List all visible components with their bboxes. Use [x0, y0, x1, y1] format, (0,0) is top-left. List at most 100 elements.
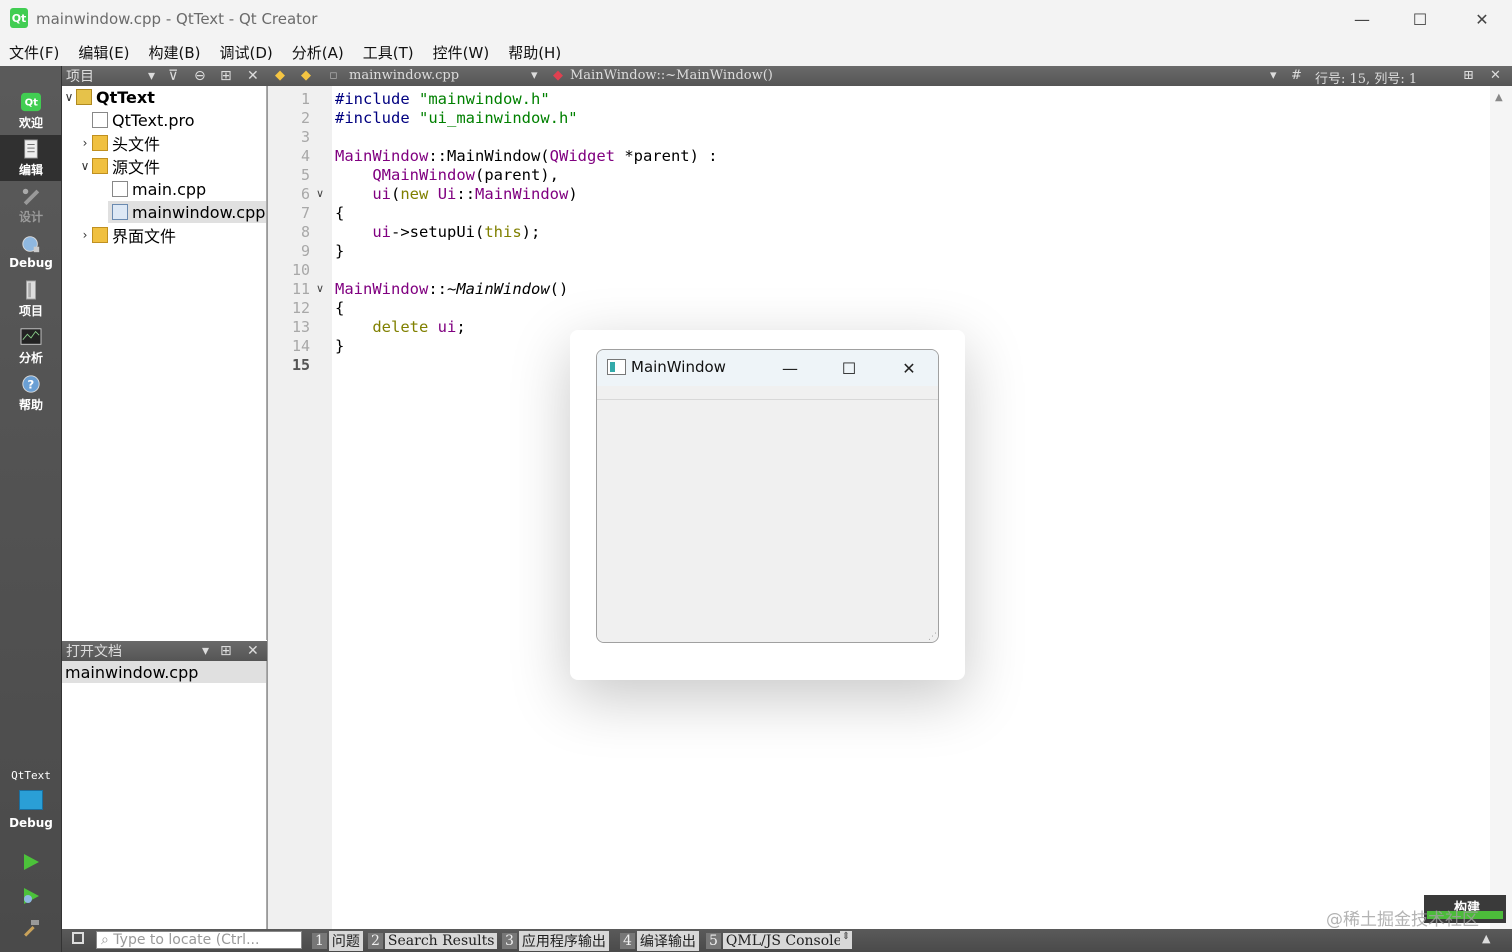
editor-scrollbar[interactable]: ▲: [1490, 86, 1512, 929]
mainwindow-minimize-button[interactable]: —: [770, 354, 810, 382]
code-line: ui->setupUi(this);: [372, 223, 541, 241]
run-icon[interactable]: [21, 852, 41, 872]
output-tab-issues[interactable]: 1 问题: [312, 930, 363, 951]
menu-debug[interactable]: 调试(D): [217, 42, 276, 63]
tree-label: 界面文件: [112, 227, 177, 246]
mainwindow-menubar[interactable]: [597, 386, 938, 400]
menu-help[interactable]: 帮助(H): [505, 42, 564, 63]
code-line: {: [335, 299, 345, 317]
tree-item-forms[interactable]: › 界面文件: [78, 224, 176, 246]
build-hammer-icon[interactable]: [21, 918, 41, 938]
menu-build[interactable]: 构建(B): [146, 42, 204, 63]
close-button[interactable]: ✕: [1452, 0, 1512, 38]
panel-close-icon[interactable]: ✕: [247, 68, 259, 84]
class-name: MainWindow: [475, 185, 569, 203]
open-doc-item[interactable]: mainwindow.cpp: [62, 661, 266, 683]
forward-arrow-icon[interactable]: ◆: [301, 68, 311, 83]
filter-icon[interactable]: ⊽: [168, 68, 178, 84]
tree-item-headers[interactable]: › 头文件: [78, 132, 160, 154]
destructor-name: MainWindow: [456, 280, 550, 298]
tree-item-qttext[interactable]: ∨ QtText: [62, 86, 155, 108]
line-number: 12: [291, 299, 310, 317]
status-bar: ⌕ Type to locate (Ctrl... 1 问题 2 Search Re…: [62, 929, 1512, 952]
line-number: 2: [300, 109, 310, 127]
maximize-button[interactable]: ☐: [1390, 0, 1450, 38]
tree-item-pro-file[interactable]: QtText.pro: [92, 109, 194, 131]
mainwindow-title-bar[interactable]: MainWindow — ☐ ✕: [597, 350, 938, 386]
qt-project-icon: [76, 89, 92, 105]
mainwindow-app-window[interactable]: MainWindow — ☐ ✕ ⋰: [596, 349, 939, 643]
split-icon[interactable]: ⊞: [220, 643, 232, 659]
mode-sidebar: Qt 欢迎 编辑 设计 Debug 项目 分析 ? 帮助 QtText Debu…: [0, 66, 62, 952]
dropdown-arrow-icon[interactable]: ▾: [531, 68, 538, 83]
line-number: 14: [291, 337, 310, 355]
menu-widgets[interactable]: 控件(W): [430, 42, 493, 63]
mode-edit[interactable]: 编辑: [0, 135, 62, 181]
more-tabs-icon[interactable]: ⇕: [840, 931, 852, 949]
line-number: 7: [300, 204, 310, 222]
link-icon[interactable]: ⊖: [194, 68, 206, 84]
menu-analyze[interactable]: 分析(A): [289, 42, 347, 63]
split-icon[interactable]: ⊞: [1463, 68, 1474, 83]
back-arrow-icon[interactable]: ◆: [275, 68, 285, 83]
monitor-icon[interactable]: [19, 790, 43, 810]
project-panel-header: 项目 ▾ ⊽ ⊖ ⊞ ✕: [62, 66, 267, 86]
member-name: ui: [372, 223, 391, 241]
mode-design[interactable]: 设计: [0, 182, 62, 228]
fold-chevron-icon[interactable]: ∨: [316, 282, 324, 295]
menu-file[interactable]: 文件(F): [6, 42, 62, 63]
mode-welcome[interactable]: Qt 欢迎: [0, 88, 62, 134]
scroll-up-icon[interactable]: ▲: [1495, 92, 1503, 103]
tree-item-mainwindow-cpp[interactable]: mainwindow.cpp: [108, 201, 266, 223]
symbol-selector[interactable]: MainWindow::~MainWindow(): [570, 68, 773, 83]
output-tab-compile-output[interactable]: 4 编译输出: [620, 930, 699, 951]
line-number: 11: [291, 280, 310, 298]
output-tab-search-results[interactable]: 2 Search Results: [368, 931, 498, 950]
menu-edit[interactable]: 编辑(E): [75, 42, 132, 63]
folder-icon: [92, 158, 108, 174]
line-number: 3: [300, 128, 310, 146]
mode-help[interactable]: ? 帮助: [0, 370, 62, 416]
code-line: QMainWindow(parent),: [372, 166, 559, 184]
tree-item-sources[interactable]: ∨ 源文件: [78, 155, 160, 177]
mainwindow-central-widget[interactable]: ⋰: [597, 400, 938, 642]
tab-label: 应用程序输出: [518, 930, 609, 951]
chevron-down-icon[interactable]: ∨: [78, 159, 92, 173]
chevron-right-icon[interactable]: ›: [78, 136, 92, 150]
code-line: }: [335, 242, 345, 260]
namespace-name: Ui: [437, 185, 457, 203]
hash-icon[interactable]: #: [1291, 68, 1302, 83]
dropdown-arrow-icon[interactable]: ▾: [148, 68, 155, 84]
locator-input[interactable]: ⌕ Type to locate (Ctrl...: [96, 931, 302, 949]
editor-close-icon[interactable]: ✕: [1490, 68, 1501, 83]
size-grip-icon[interactable]: ⋰: [928, 632, 937, 642]
mode-projects[interactable]: 项目: [0, 276, 62, 322]
sidebar-toggle-icon[interactable]: [72, 932, 84, 944]
scroll-up-icon[interactable]: ▲: [1482, 932, 1490, 945]
code-line: MainWindow::~MainWindow(): [335, 280, 569, 298]
output-tab-app-output[interactable]: 3 应用程序输出: [502, 930, 609, 951]
menu-tools[interactable]: 工具(T): [360, 42, 417, 63]
debug-icon: [22, 236, 40, 253]
mainwindow-maximize-button[interactable]: ☐: [829, 354, 869, 382]
debug-run-icon[interactable]: [21, 886, 41, 906]
fold-chevron-icon[interactable]: ∨: [316, 187, 324, 200]
tree-item-main-cpp[interactable]: main.cpp: [112, 178, 206, 200]
dropdown-arrow-icon[interactable]: ▾: [1270, 68, 1277, 83]
split-icon[interactable]: ⊞: [220, 68, 232, 84]
help-icon: ?: [22, 374, 40, 393]
panel-close-icon[interactable]: ✕: [247, 643, 259, 659]
minimize-button[interactable]: —: [1332, 0, 1392, 38]
chevron-right-icon[interactable]: ›: [78, 228, 92, 242]
mode-debug[interactable]: Debug: [0, 229, 62, 275]
tree-label: mainwindow.cpp: [132, 202, 266, 222]
open-docs-title: 打开文档: [66, 644, 122, 660]
mode-analyze[interactable]: 分析: [0, 323, 62, 369]
output-tab-qml-console[interactable]: 5 QML/JS Console: [706, 931, 845, 950]
file-selector[interactable]: mainwindow.cpp: [349, 68, 459, 83]
mainwindow-close-button[interactable]: ✕: [889, 354, 929, 382]
design-icon: [22, 188, 40, 205]
cursor-position[interactable]: 行号: 15, 列号: 1: [1315, 68, 1417, 87]
chevron-down-icon[interactable]: ∨: [62, 90, 76, 104]
dropdown-arrow-icon[interactable]: ▾: [202, 643, 209, 659]
